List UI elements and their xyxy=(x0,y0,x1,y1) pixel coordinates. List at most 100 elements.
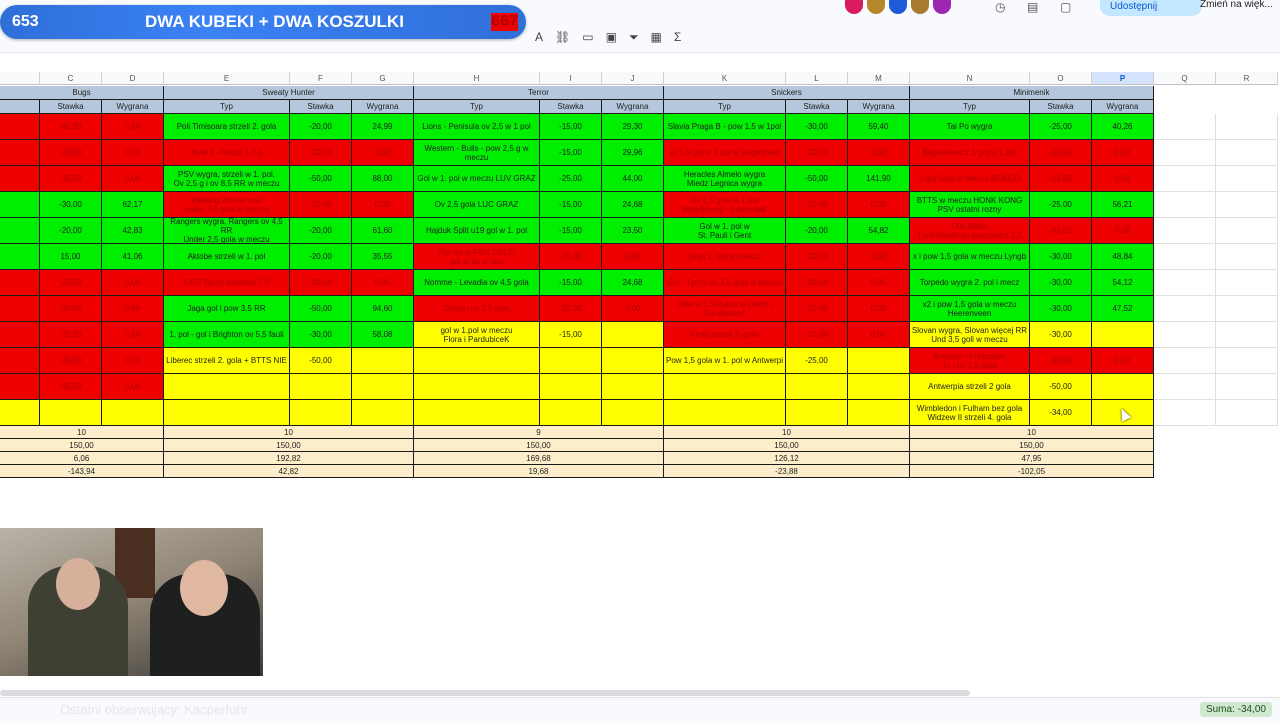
empty-cell[interactable] xyxy=(1154,192,1216,218)
table-cell[interactable]: gol w 1.pol w meczu Flora i PardubiceK xyxy=(414,322,540,348)
table-cell[interactable]: -25,00 xyxy=(1030,192,1092,218)
table-cell[interactable]: 0,00 xyxy=(352,140,414,166)
table-cell[interactable]: Pow 1,5 gola w 1. pol w Antwerpi xyxy=(664,348,786,374)
table-cell[interactable]: 40,26 xyxy=(1092,114,1154,140)
table-cell[interactable]: 0,00 xyxy=(102,322,164,348)
column-label-stawka[interactable]: Stawka xyxy=(786,100,848,114)
column-label-stawka[interactable]: Stawka xyxy=(290,100,352,114)
empty-cell[interactable] xyxy=(1154,374,1216,400)
avatar[interactable] xyxy=(911,0,929,14)
table-cell[interactable]: 0,00 xyxy=(1092,348,1154,374)
empty-cell[interactable] xyxy=(1154,270,1216,296)
comment-icon[interactable]: ▤ xyxy=(1027,0,1038,14)
empty-cell[interactable] xyxy=(1154,296,1216,322)
table-cell[interactable]: -20,00 xyxy=(786,192,848,218)
summary-cell[interactable]: 169,68 xyxy=(414,452,664,465)
table-cell[interactable]: -20,00 xyxy=(786,140,848,166)
table-cell[interactable]: 0,00 xyxy=(848,192,910,218)
table-cell[interactable] xyxy=(602,374,664,400)
table-cell[interactable]: -25,00 xyxy=(540,296,602,322)
table-cell[interactable]: -25,00 xyxy=(1030,114,1092,140)
table-cell[interactable] xyxy=(0,322,40,348)
table-cell[interactable] xyxy=(0,270,40,296)
table-cell[interactable]: -20,00 xyxy=(290,192,352,218)
table-cell[interactable]: -20,00 xyxy=(290,244,352,270)
share-button[interactable]: Udostępnij xyxy=(1100,0,1202,16)
table-cell[interactable]: 0,00 xyxy=(1092,140,1154,166)
table-cell[interactable]: 0,00 xyxy=(102,140,164,166)
table-cell[interactable]: -20,00 xyxy=(786,218,848,244)
summary-cell[interactable]: 47,95 xyxy=(910,452,1154,465)
table-cell[interactable] xyxy=(0,192,40,218)
sum-icon[interactable]: Σ xyxy=(674,30,681,44)
table-cell[interactable]: Hajduk Split u19 gol w 1. pol xyxy=(414,218,540,244)
table-cell[interactable]: 0,00 xyxy=(848,296,910,322)
summary-cell[interactable]: 150,00 xyxy=(164,439,414,452)
empty-cell[interactable] xyxy=(1216,348,1278,374)
column-header-h[interactable]: H xyxy=(414,72,540,85)
avatar[interactable] xyxy=(933,0,951,14)
empty-cell[interactable] xyxy=(1154,140,1216,166)
table-cell[interactable]: -20,00 xyxy=(786,296,848,322)
summary-cell[interactable]: 19,68 xyxy=(414,465,664,478)
column-label-wygrana[interactable]: Wygrana xyxy=(102,100,164,114)
table-cell[interactable] xyxy=(786,374,848,400)
table-cell[interactable]: Slavia Praga B - pow 1,5 w 1pol xyxy=(664,114,786,140)
table-cell[interactable]: 0,00 xyxy=(848,270,910,296)
empty-cell[interactable] xyxy=(1154,166,1216,192)
empty-cell[interactable] xyxy=(1154,114,1216,140)
summary-cell[interactable]: 10 xyxy=(0,426,164,439)
empty-cell[interactable] xyxy=(1216,374,1278,400)
column-header-p[interactable]: P xyxy=(1092,72,1154,85)
avatar[interactable] xyxy=(889,0,907,14)
avatar[interactable] xyxy=(867,0,885,14)
table-cell[interactable]: Wasting Zhiyan wsk under 3,5 gola w meczu xyxy=(164,192,290,218)
table-cell[interactable]: Jaga gol i pow 3,5 RR xyxy=(164,296,290,322)
table-cell[interactable]: -25,00 xyxy=(1030,140,1092,166)
column-header-o[interactable]: O xyxy=(1030,72,1092,85)
horizontal-scrollbar[interactable] xyxy=(0,690,970,696)
table-cell[interactable] xyxy=(352,374,414,400)
table-cell[interactable]: -20,00 xyxy=(40,218,102,244)
table-cell[interactable] xyxy=(164,400,290,426)
table-cell[interactable] xyxy=(602,400,664,426)
table-cell[interactable]: 0,00 xyxy=(102,270,164,296)
table-cell[interactable]: -20,00 xyxy=(290,114,352,140)
table-cell[interactable] xyxy=(848,400,910,426)
table-cell[interactable]: 0,00 xyxy=(848,140,910,166)
summary-cell[interactable]: 126,12 xyxy=(664,452,910,465)
table-cell[interactable] xyxy=(602,348,664,374)
table-cell[interactable]: Rangers wygra, Rangers ov 4,5 RR Under 2,… xyxy=(164,218,290,244)
table-cell[interactable] xyxy=(540,400,602,426)
table-cell[interactable]: -50,00 xyxy=(290,348,352,374)
summary-cell[interactable]: 10 xyxy=(910,426,1154,439)
table-cell[interactable]: -30,00 xyxy=(290,322,352,348)
table-cell[interactable]: -20,00 xyxy=(290,270,352,296)
empty-cell[interactable] xyxy=(1154,400,1216,426)
column-label-typ[interactable]: Typ xyxy=(164,100,290,114)
empty-cell[interactable] xyxy=(1216,322,1278,348)
empty-cell[interactable] xyxy=(1216,244,1278,270)
summary-cell[interactable]: 150,00 xyxy=(664,439,910,452)
column-header-e[interactable]: E xyxy=(164,72,290,85)
table-cell[interactable]: -30,00 xyxy=(1030,348,1092,374)
column-label-stawka[interactable]: Stawka xyxy=(1030,100,1092,114)
empty-cell[interactable] xyxy=(1216,140,1278,166)
table-cell[interactable]: BTTS w meczu HONK KONG PSV ostatni rozny xyxy=(910,192,1030,218)
column-header-f[interactable]: F xyxy=(290,72,352,85)
table-cell[interactable]: Heracles Almelo wygra Miedz Legnica wygra xyxy=(664,166,786,192)
table-cell[interactable]: -25,00 xyxy=(1030,166,1092,192)
table-cell[interactable]: Zyn 4a w FRIT DELTI gol w 1p w obu xyxy=(414,244,540,270)
table-cell[interactable] xyxy=(414,374,540,400)
summary-cell[interactable]: 192,82 xyxy=(164,452,414,465)
table-cell[interactable]: 48,84 xyxy=(1092,244,1154,270)
table-cell[interactable] xyxy=(0,348,40,374)
table-cell[interactable]: -15,00 xyxy=(540,322,602,348)
column-header-i[interactable]: I xyxy=(540,72,602,85)
empty-cell[interactable] xyxy=(1154,348,1216,374)
table-cell[interactable]: 24,68 xyxy=(602,192,664,218)
column-label-typ[interactable]: Typ xyxy=(414,100,540,114)
column-label-typ[interactable]: Typ xyxy=(910,100,1030,114)
column-label-typ[interactable]: Typ xyxy=(664,100,786,114)
table-cell[interactable] xyxy=(1092,374,1154,400)
